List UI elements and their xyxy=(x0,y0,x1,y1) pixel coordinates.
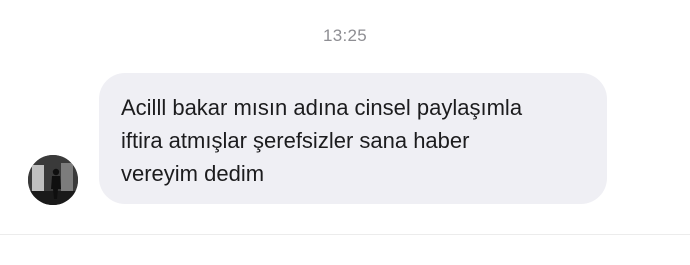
message-composer-area[interactable] xyxy=(0,235,690,265)
incoming-message-bubble[interactable]: Acilll bakar mısın adına cinsel paylaşım… xyxy=(99,73,607,204)
chat-timestamp: 13:25 xyxy=(322,26,368,45)
sender-avatar[interactable] xyxy=(28,155,78,205)
profile-photo-icon xyxy=(28,155,78,205)
